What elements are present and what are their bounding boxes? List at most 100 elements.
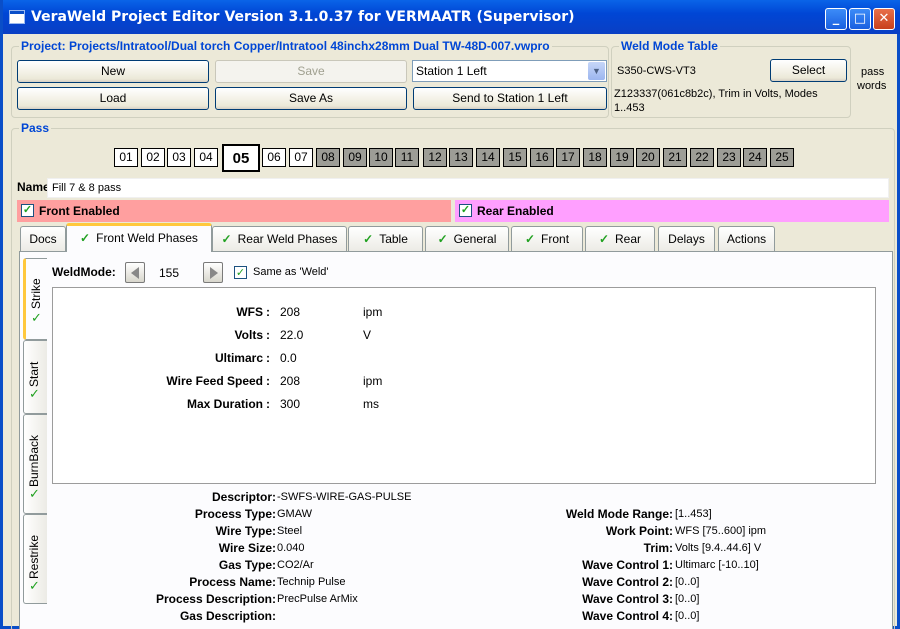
same-as-weld-checkbox[interactable]: ✓ — [234, 266, 247, 279]
detail-label: Gas Type: — [218, 558, 276, 572]
detail-value: PrecPulse ArMix — [277, 593, 358, 605]
detail-label: Wave Control 4: — [582, 609, 673, 623]
app-window: VeraWeld Project Editor Version 3.1.0.37… — [0, 0, 900, 629]
param-value[interactable]: 0.0 — [280, 351, 297, 365]
pass-button-08[interactable]: 08 — [316, 148, 340, 167]
weld-mode-table-group — [611, 46, 851, 118]
save-button[interactable]: Save — [215, 60, 407, 83]
check-icon: ✓ — [80, 231, 91, 245]
detail-value: Volts [9.4..44.6] V — [675, 542, 762, 554]
pass-group-title: Pass — [19, 121, 52, 135]
pass-button-21[interactable]: 21 — [663, 148, 687, 167]
detail-label: Wire Type: — [215, 524, 276, 538]
check-icon: ✓ — [363, 232, 374, 246]
check-icon: ✓ — [524, 232, 536, 246]
save-as-button[interactable]: Save As — [215, 87, 407, 110]
arrow-right-icon — [210, 267, 218, 279]
pass-button-09[interactable]: 09 — [343, 148, 367, 167]
pass-button-04[interactable]: 04 — [194, 148, 218, 167]
pass-button-13[interactable]: 13 — [449, 148, 473, 167]
param-separator: : — [266, 374, 270, 388]
param-unit: ipm — [363, 305, 383, 319]
check-icon: ✓ — [437, 232, 448, 246]
pass-button-18[interactable]: 18 — [583, 148, 607, 167]
weldmode-increment-button[interactable] — [203, 262, 223, 283]
param-value[interactable]: 22.0 — [280, 328, 303, 342]
phase-tab-burnback[interactable]: BurnBack ✓ — [23, 414, 47, 514]
load-button[interactable]: Load — [17, 87, 209, 110]
pass-button-16[interactable]: 16 — [530, 148, 554, 167]
pass-button-19[interactable]: 19 — [610, 148, 634, 167]
select-table-button[interactable]: Select — [770, 59, 847, 82]
rear-enabled-checkbox[interactable]: ✓ — [459, 204, 472, 217]
param-separator: : — [266, 305, 270, 319]
pass-button-11[interactable]: 11 — [395, 148, 419, 167]
phase-tab-restrike[interactable]: Restrike ✓ — [23, 514, 47, 604]
tab-rear-weld-phases-label: Rear Weld Phases — [237, 232, 338, 246]
station-select-value: Station 1 Left — [416, 64, 487, 78]
detail-value: -SWFS-WIRE-GAS-PULSE — [277, 491, 412, 503]
front-enabled-checkbox[interactable]: ✓ — [21, 204, 34, 217]
param-label: Volts — [234, 328, 263, 342]
pass-button-20[interactable]: 20 — [636, 148, 660, 167]
tab-rear-label: Rear — [615, 232, 642, 246]
tab-rear-weld-phases[interactable]: ✓ Rear Weld Phases — [212, 226, 347, 251]
param-separator: : — [266, 328, 270, 342]
param-value[interactable]: 300 — [280, 397, 300, 411]
pass-button-17[interactable]: 17 — [556, 148, 580, 167]
weld-mode-table-info-line2: 1..453 — [614, 102, 645, 114]
tab-front[interactable]: ✓ Front — [511, 226, 583, 251]
check-icon: ✓ — [221, 232, 232, 246]
detail-label: Work Point: — [605, 524, 673, 538]
detail-value: Technip Pulse — [277, 576, 346, 588]
maximize-button[interactable]: □ — [849, 8, 871, 30]
phase-tab-strike[interactable]: Strike ✓ — [23, 258, 47, 340]
phase-tab-start[interactable]: Start ✓ — [23, 340, 47, 414]
tab-docs[interactable]: Docs — [20, 226, 66, 251]
pass-button-14[interactable]: 14 — [476, 148, 500, 167]
pass-button-01[interactable]: 01 — [114, 148, 138, 167]
pass-button-15[interactable]: 15 — [503, 148, 527, 167]
detail-value: [0..0] — [675, 610, 700, 622]
pass-name-input[interactable]: Fill 7 & 8 pass — [47, 178, 889, 198]
pass-button-03[interactable]: 03 — [167, 148, 191, 167]
new-button[interactable]: New — [17, 60, 209, 83]
tab-delays[interactable]: Delays — [658, 226, 715, 251]
pass-button-23[interactable]: 23 — [717, 148, 741, 167]
pass-button-12[interactable]: 12 — [423, 148, 447, 167]
param-label: Max Duration — [186, 397, 263, 411]
check-icon: ✓ — [31, 311, 42, 326]
pass-button-05[interactable]: 05 — [222, 144, 260, 172]
passwords-label-line1[interactable]: pass — [861, 66, 884, 78]
tab-rear[interactable]: ✓ Rear — [585, 226, 655, 251]
detail-value: [1..453] — [675, 508, 712, 520]
weldmode-decrement-button[interactable] — [125, 262, 145, 283]
app-window-icon — [9, 10, 25, 24]
pass-button-02[interactable]: 02 — [141, 148, 165, 167]
tab-general[interactable]: ✓ General — [425, 226, 509, 251]
passwords-label-line2[interactable]: words — [857, 80, 886, 92]
pass-button-22[interactable]: 22 — [690, 148, 714, 167]
detail-label: Trim: — [643, 541, 673, 555]
pass-button-24[interactable]: 24 — [743, 148, 767, 167]
param-value[interactable]: 208 — [280, 305, 300, 319]
window-title: VeraWeld Project Editor Version 3.1.0.37… — [31, 9, 575, 25]
pass-button-06[interactable]: 06 — [262, 148, 286, 167]
chevron-down-icon[interactable]: ▼ — [588, 62, 605, 80]
detail-value: GMAW — [277, 508, 313, 520]
title-bar[interactable]: VeraWeld Project Editor Version 3.1.0.37… — [3, 0, 900, 34]
send-to-station-button[interactable]: Send to Station 1 Left — [413, 87, 607, 110]
tab-table[interactable]: ✓ Table — [348, 226, 423, 251]
tab-front-weld-phases[interactable]: ✓ Front Weld Phases — [66, 223, 212, 252]
tab-actions[interactable]: Actions — [718, 226, 775, 251]
pass-button-25[interactable]: 25 — [770, 148, 794, 167]
param-label: Wire Feed Speed — [166, 374, 263, 388]
pass-button-07[interactable]: 07 — [289, 148, 313, 167]
phase-tab-restrike-label: Restrike — [27, 534, 41, 579]
param-value[interactable]: 208 — [280, 374, 300, 388]
detail-label: Process Description: — [155, 592, 276, 606]
minimize-button[interactable]: _ — [825, 8, 847, 30]
pass-button-10[interactable]: 10 — [369, 148, 393, 167]
close-button[interactable]: ✕ — [873, 8, 895, 30]
station-select[interactable]: Station 1 Left ▼ — [412, 60, 607, 82]
